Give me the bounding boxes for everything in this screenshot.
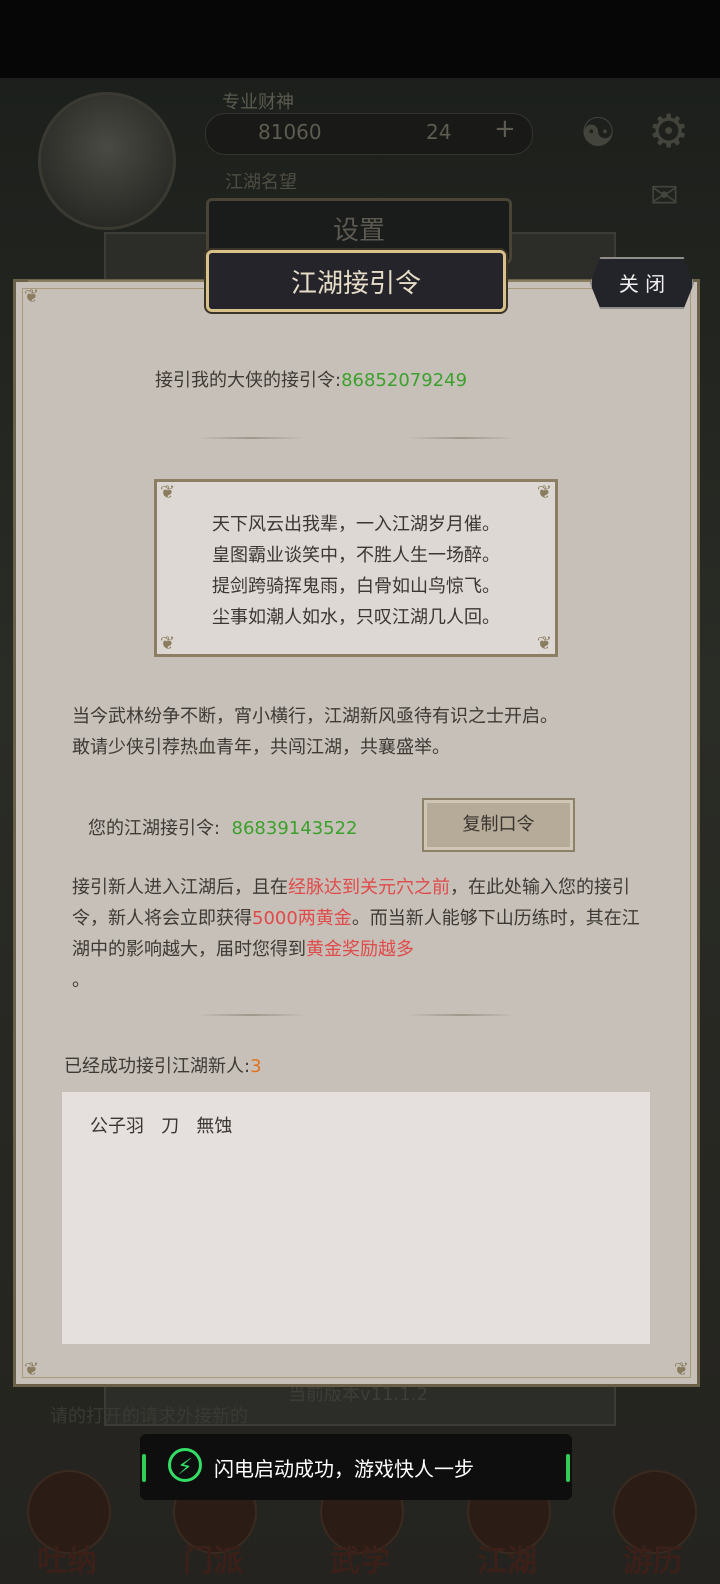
divider	[406, 1014, 516, 1016]
rules-text: 接引新人进入江湖后，且在经脉达到关元穴之前，在此处输入您的接引令，新人将会立即获…	[72, 872, 652, 996]
my-code: 86839143522	[231, 818, 358, 839]
rules-part: 接引新人进入江湖后，且在	[72, 877, 288, 898]
close-button[interactable]: 关 闭	[590, 257, 694, 309]
lightning-icon: ⚡	[168, 1448, 202, 1482]
success-row: 已经成功接引江湖新人:3	[64, 1052, 262, 1078]
nav-label: 门派	[183, 1544, 243, 1579]
intro-line: 敢请少侠引荐热血青年，共闯江湖，共襄盛举。	[72, 737, 450, 758]
status-bar-area	[0, 0, 720, 78]
add-resource-button[interactable]: +	[494, 114, 516, 144]
gold-amount: 81060	[258, 120, 322, 144]
poem-line: 提剑跨骑挥鬼雨，白骨如山鸟惊飞。	[212, 576, 500, 597]
dialog-title: 江湖接引令	[206, 250, 506, 312]
inviter-label: 接引我的大侠的接引令:	[155, 370, 342, 391]
nav-item-travel[interactable]: 游历	[598, 1464, 708, 1584]
player-name: 专业财神	[222, 92, 294, 113]
title-flourish	[505, 280, 595, 282]
corner-ornament-icon: ❦	[24, 1359, 40, 1380]
title-flourish	[28, 280, 208, 282]
gear-icon[interactable]: ⚙	[648, 104, 689, 158]
poem-box: ❦ ❦ ❦ ❦ 天下风云出我辈，一入江湖岁月催。 皇图霸业谈笑中，不胜人生一场醉…	[154, 479, 558, 657]
nav-label: 江湖	[477, 1544, 537, 1579]
toast-notification: ⚡ 闪电启动成功，游戏快人一步	[140, 1434, 572, 1500]
toast-text: 闪电启动成功，游戏快人一步	[214, 1457, 474, 1481]
rules-highlight: 经脉达到关元穴之前	[288, 877, 450, 898]
mail-icon[interactable]: ✉	[650, 176, 679, 216]
my-code-row: 您的江湖接引令: 86839143522	[88, 814, 358, 840]
corner-ornament-icon: ❦	[160, 633, 176, 654]
resource-bar	[205, 113, 533, 155]
corner-ornament-icon: ❦	[160, 482, 176, 503]
nav-label: 武学	[330, 1544, 390, 1579]
toast-accent	[566, 1454, 570, 1482]
divider	[406, 437, 516, 439]
poem-line: 皇图霸业谈笑中，不胜人生一场醉。	[212, 545, 500, 566]
corner-ornament-icon: ❦	[673, 1359, 689, 1380]
nav-item-tuna[interactable]: 吐纳	[12, 1464, 122, 1584]
corner-ornament-icon: ❦	[24, 286, 40, 307]
poem-line: 天下风云出我辈，一入江湖岁月催。	[212, 514, 500, 535]
divider	[196, 1014, 306, 1016]
player-avatar[interactable]	[38, 92, 176, 230]
success-count: 3	[250, 1056, 262, 1077]
my-code-label: 您的江湖接引令:	[88, 818, 221, 839]
corner-ornament-icon: ❦	[536, 633, 552, 654]
rules-part: 。	[72, 970, 90, 991]
rules-highlight: 5000两黄金	[252, 908, 352, 929]
intro-line: 当今武林纷争不断，宵小横行，江湖新风亟待有识之士开启。	[72, 706, 558, 727]
inviter-row: 接引我的大侠的接引令:86852079249	[155, 366, 467, 392]
inviter-code: 86852079249	[341, 370, 468, 391]
taiji-icon[interactable]: ☯	[568, 110, 628, 184]
settings-note: 请的打开的请求外接新的	[50, 1406, 248, 1427]
player-subtitle: 江湖名望	[225, 172, 297, 193]
divider	[196, 437, 306, 439]
invitee-names: 公子羽 刀 無蚀	[90, 1116, 233, 1137]
nav-label: 吐纳	[37, 1544, 97, 1579]
rules-highlight: 黄金奖励越多	[306, 939, 414, 960]
copy-code-button[interactable]: 复制口令	[422, 798, 575, 852]
poem-line: 尘事如潮人如水，只叹江湖几人回。	[212, 607, 500, 628]
toast-accent	[142, 1454, 146, 1482]
gem-amount: 24	[426, 120, 452, 144]
nav-label: 游历	[623, 1544, 683, 1579]
invitee-list[interactable]: 公子羽 刀 無蚀	[62, 1092, 650, 1344]
success-label: 已经成功接引江湖新人:	[64, 1056, 251, 1077]
corner-ornament-icon: ❦	[536, 482, 552, 503]
